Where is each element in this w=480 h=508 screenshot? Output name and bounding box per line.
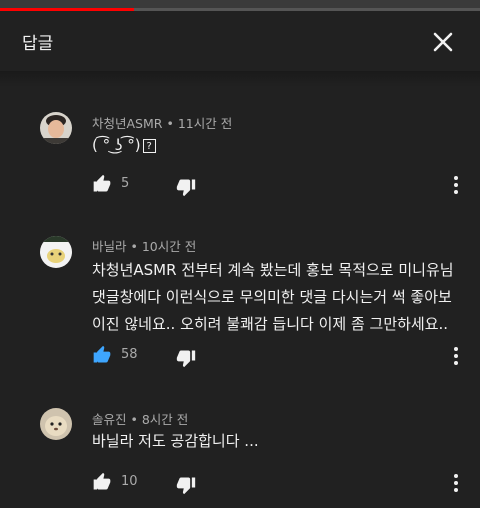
like-count: 10: [121, 474, 138, 489]
avatar-image: [40, 236, 72, 268]
reply-text: 차청년ASMR 전부터 계속 봤는데 홍보 목적으로 미니유님 댓글창에다 이런…: [92, 261, 454, 333]
video-strip: [0, 0, 480, 8]
thumb-up-icon[interactable]: [92, 472, 112, 492]
page-title: 답글: [22, 34, 54, 54]
more-vert-icon[interactable]: [450, 345, 462, 367]
author-name[interactable]: 차청년ASMR: [92, 116, 162, 131]
timestamp: 11시간 전: [177, 116, 233, 131]
timestamp: 10시간 전: [141, 239, 197, 254]
avatar-image: [40, 408, 72, 440]
avatar[interactable]: [40, 112, 72, 144]
more-vert-icon[interactable]: [450, 472, 462, 494]
reply-text-suffix: ?: [142, 138, 156, 153]
avatar[interactable]: [40, 236, 72, 268]
more-vert-icon[interactable]: [450, 174, 462, 196]
reply-actions: 10: [92, 472, 472, 496]
reply-text: ( ͡° ͜ʖ ͡°)?: [92, 132, 462, 159]
reply-actions: 58: [92, 345, 472, 369]
avatar-image: [40, 112, 72, 144]
reply-meta: 솔유진 • 8시간 전: [92, 409, 188, 428]
meta-separator: •: [130, 239, 142, 254]
thumb-up-icon[interactable]: [92, 174, 112, 194]
replies-header: 답글: [0, 11, 480, 71]
reply-text: 바닐라 저도 공감합니다 ...: [92, 432, 259, 450]
thumb-up-icon[interactable]: [92, 345, 112, 365]
meta-separator: •: [166, 116, 178, 131]
author-name[interactable]: 솔유진: [92, 412, 127, 427]
like-count: 5: [121, 176, 130, 191]
like-count: 58: [121, 347, 138, 362]
reply-meta: 바닐라 • 10시간 전: [92, 236, 196, 255]
thumb-down-icon[interactable]: [176, 177, 196, 197]
avatar[interactable]: [40, 408, 72, 440]
close-button[interactable]: [426, 25, 460, 59]
reply-actions: 5: [92, 174, 472, 198]
thumb-down-icon[interactable]: [176, 475, 196, 495]
header-divider: [0, 71, 480, 87]
thumb-down-icon[interactable]: [176, 348, 196, 368]
close-icon: [433, 32, 453, 52]
reply-text-content: ( ͡° ͜ʖ ͡°): [92, 136, 141, 154]
meta-separator: •: [130, 412, 142, 427]
reply-meta: 차청년ASMR • 11시간 전: [92, 113, 232, 132]
author-name[interactable]: 바닐라: [92, 239, 127, 254]
timestamp: 8시간 전: [141, 412, 189, 427]
